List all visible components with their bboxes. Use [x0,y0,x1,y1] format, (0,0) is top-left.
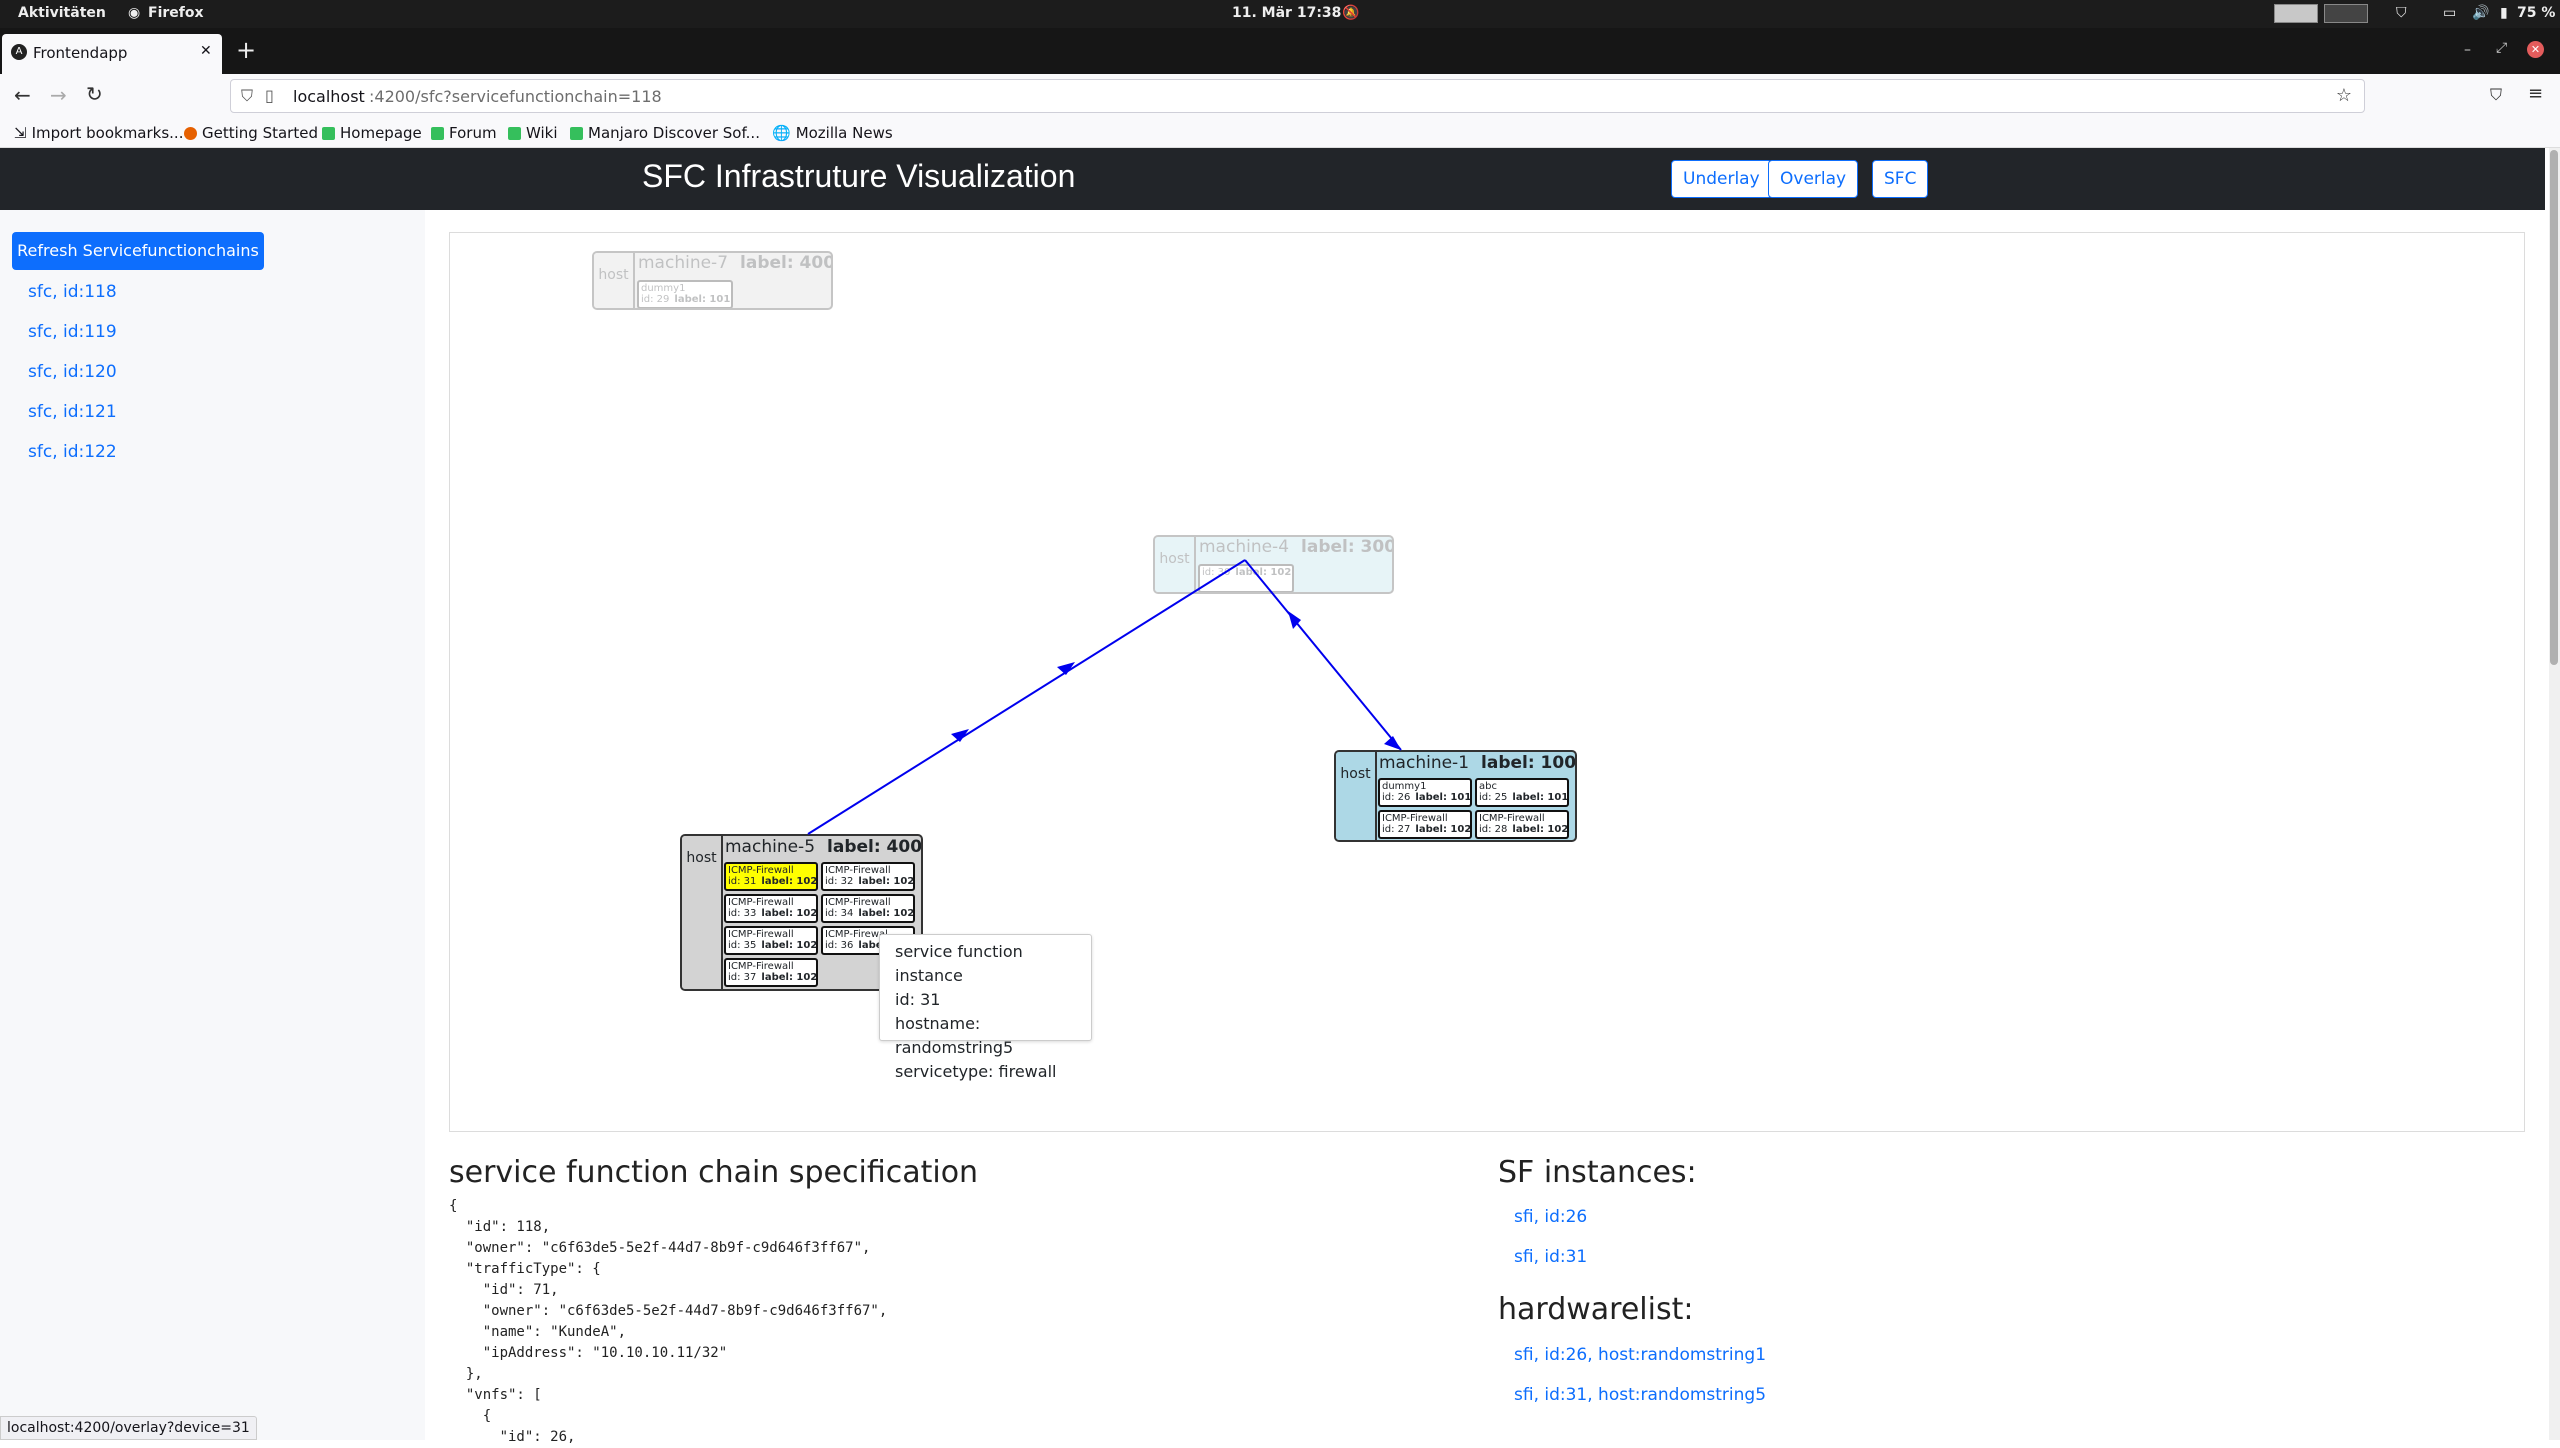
manjaro-icon [431,126,444,140]
bookmarks-toolbar: ⇲ Import bookmarks... Getting Started Hom… [0,118,2560,148]
sidebar-item-sfc-122[interactable]: sfc, id:122 [28,442,117,462]
vnf-tooltip: service function instance id: 31 hostnam… [879,934,1092,1081]
sf-instances-heading: SF instances: [1498,1155,1697,1190]
os-top-bar: Aktivitäten ◉ Firefox 11. Mär 17:38 🔕 ⛉ … [0,0,2560,28]
tooltip-hostname: hostname: randomstring5 [895,1014,1014,1057]
status-bar-url: localhost:4200/overlay?device=31 [0,1416,257,1440]
graph-canvas[interactable]: host machine-7 label: 400 dummy1 id: 29 lab… [449,232,2525,1132]
globe-icon: 🌐 [772,124,791,142]
sidebar-item-sfc-120[interactable]: sfc, id:120 [28,362,117,382]
close-tab-icon[interactable]: ✕ [200,43,212,59]
sidebar-item-sfc-119[interactable]: sfc, id:119 [28,322,117,342]
spec-json: { "id": 118, "owner": "c6f63de5-5e2f-44d… [449,1198,888,1445]
notifications-off-icon: 🔕 [1342,5,1360,21]
bookmark-getting-started[interactable]: Getting Started [184,124,318,142]
url-path: :4200/sfc?servicefunctionchain=118 [369,87,662,106]
shield-icon: ⛉ [2396,5,2407,21]
tooltip-id: id: 31 [895,990,941,1009]
tooltip-type: service function instance [895,942,1023,985]
app-header: SFC Infrastruture Visualization Underlay… [0,148,2545,210]
underlay-button[interactable]: Underlay [1671,160,1772,198]
bookmark-import[interactable]: ⇲ Import bookmarks... [14,124,183,142]
hardware-link-26[interactable]: sfi, id:26, host:randomstring1 [1514,1345,1766,1365]
sidebar-item-sfc-118[interactable]: sfc, id:118 [28,282,117,302]
clock[interactable]: 11. Mär 17:38 [1232,5,1341,21]
pocket-icon[interactable]: ⛉ [2490,85,2502,105]
bookmark-homepage[interactable]: Homepage [322,124,422,142]
manjaro-icon [508,126,521,140]
hardwarelist-heading: hardwarelist: [1498,1292,1694,1327]
bookmark-star-icon[interactable]: ☆ [2336,85,2352,106]
manjaro-icon [570,126,583,140]
firefox-icon: ◉ [128,5,141,21]
page-info-icon[interactable]: ▯ [265,86,274,105]
tab-title: Frontendapp [33,44,128,62]
navigation-toolbar: ← → ↻ ⛉ ▯ localhost :4200/sfc?servicefun… [0,74,2560,118]
refresh-servicefunctionchains-button[interactable]: Refresh Servicefunctionchains [12,232,264,270]
bookmark-manjaro-discover[interactable]: Manjaro Discover Sof... [570,124,760,142]
close-window-icon[interactable]: ✕ [2527,41,2544,58]
import-icon: ⇲ [14,124,27,142]
scrollbar-thumb[interactable] [2550,150,2558,665]
sfc-button[interactable]: SFC [1872,160,1929,198]
bookmark-forum[interactable]: Forum [431,124,497,142]
minimize-icon[interactable]: – [2464,42,2471,58]
battery-level: 75 % [2517,5,2556,21]
screen-icon: ▭ [2443,5,2457,21]
sidebar: Refresh Servicefunctionchains sfc, id:11… [0,210,425,1440]
url-bar[interactable]: ⛉ ▯ localhost :4200/sfc?servicefunctionc… [230,79,2365,113]
spec-heading: service function chain specification [449,1155,979,1190]
firefox-icon [184,126,197,140]
tab-strip: A Frontendapp ✕ + – ⤢ ✕ [0,28,2560,74]
edges-layer [807,559,1402,835]
sidebar-item-sfc-121[interactable]: sfc, id:121 [28,402,117,422]
hardware-link-31[interactable]: sfi, id:31, host:randomstring5 [1514,1385,1766,1405]
back-icon[interactable]: ← [14,83,31,107]
reload-icon[interactable]: ↻ [86,82,103,106]
volume-icon: 🔊 [2472,5,2490,21]
manjaro-icon [322,126,335,140]
new-tab-button[interactable]: + [236,36,256,64]
battery-icon: ▮ [2500,5,2508,21]
forward-icon[interactable]: → [50,83,67,107]
angular-icon: A [11,44,27,60]
page-title: SFC Infrastruture Visualization [642,158,1076,194]
overlay-button[interactable]: Overlay [1768,160,1859,198]
workspace-1-thumbnail[interactable] [2274,4,2318,23]
app-menu-firefox[interactable]: Firefox [148,5,204,21]
edge-machine5-machine4 [807,559,1246,835]
shield-icon: ⛉ [241,86,254,105]
sfi-link-26[interactable]: sfi, id:26 [1514,1207,1587,1227]
workspace-2-thumbnail[interactable] [2324,4,2368,23]
edge-machine4-machine1 [1244,559,1402,751]
activities-button[interactable]: Aktivitäten [18,5,106,21]
tab-frontendapp[interactable]: A Frontendapp ✕ [2,34,222,74]
bookmark-mozilla-news[interactable]: 🌐 Mozilla News [772,124,893,142]
bookmark-wiki[interactable]: Wiki [508,124,558,142]
tooltip-servicetype: servicetype: firewall [895,1062,1057,1081]
sfi-link-31[interactable]: sfi, id:31 [1514,1247,1587,1267]
url-host: localhost [293,87,365,106]
maximize-icon[interactable]: ⤢ [2496,40,2507,56]
edge-arrow [1384,736,1401,750]
menu-icon[interactable]: ≡ [2528,83,2543,104]
